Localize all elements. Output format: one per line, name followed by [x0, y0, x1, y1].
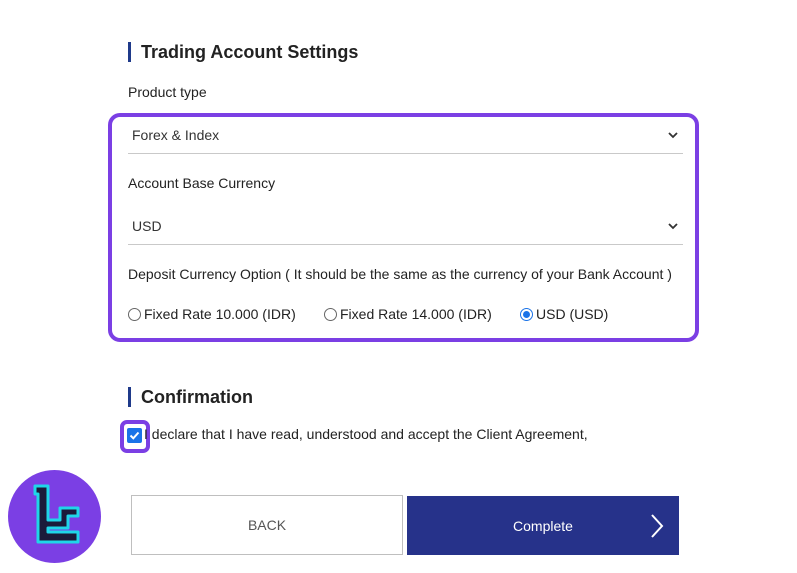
chevron-down-icon [668, 132, 678, 139]
confirmation-title: Confirmation [128, 387, 253, 407]
radio-option-idr-10000[interactable]: Fixed Rate 10.000 (IDR) [128, 306, 296, 322]
back-button-label: BACK [247, 517, 287, 533]
base-currency-value: USD [132, 218, 162, 234]
checkmark-icon [129, 431, 140, 440]
trading-settings-title: Trading Account Settings [128, 42, 358, 62]
radio-button-selected[interactable] [520, 307, 533, 321]
deposit-currency-label: Deposit Currency Option ( It should be t… [128, 266, 672, 282]
back-button[interactable]: BACK [131, 495, 403, 555]
radio-label: Fixed Rate 14.000 (IDR) [340, 306, 492, 322]
chevron-down-icon [668, 223, 678, 230]
radio-label: USD (USD) [536, 306, 609, 322]
radio-button[interactable] [324, 307, 337, 321]
product-type-select[interactable]: Forex & Index [128, 116, 683, 154]
product-type-label: Product type [128, 84, 207, 100]
product-type-value: Forex & Index [132, 127, 220, 143]
agree-checkbox[interactable] [127, 428, 142, 443]
complete-button[interactable]: Complete [407, 496, 679, 555]
base-currency-label: Account Base Currency [128, 175, 276, 191]
radio-label: Fixed Rate 10.000 (IDR) [144, 306, 296, 322]
radio-button[interactable] [128, 307, 141, 321]
radio-option-usd[interactable]: USD (USD) [520, 306, 608, 322]
agree-text: I declare that I have read, understood a… [144, 426, 588, 442]
chevron-right-icon [651, 514, 664, 538]
deposit-currency-options: Fixed Rate 10.000 (IDR) Fixed Rate 14.00… [128, 306, 688, 326]
base-currency-select[interactable]: USD [128, 207, 683, 245]
complete-button-label: Complete [513, 517, 573, 534]
radio-option-idr-14000[interactable]: Fixed Rate 14.000 (IDR) [324, 306, 492, 322]
brand-logo [8, 470, 101, 563]
brand-logo-icon [33, 484, 80, 544]
